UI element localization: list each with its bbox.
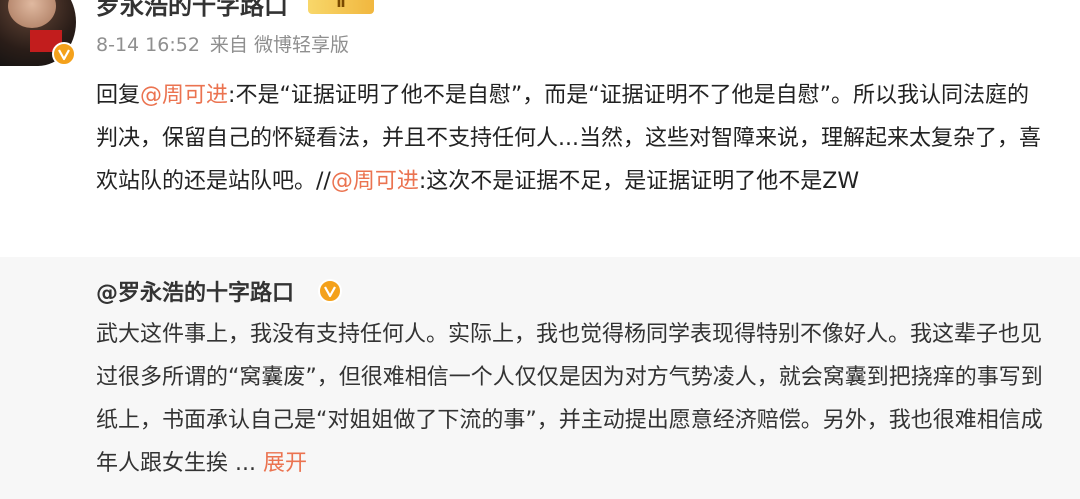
post-body: 回复@周可进:不是“证据证明了他不是自慰”，而是“证据证明不了他是自慰”。所以我…	[96, 74, 1046, 203]
mention-link[interactable]: @周可进	[331, 169, 419, 194]
quoted-post[interactable]: @罗永浩的十字路口 武大这件事上，我没有支持任何人。实际上，我也觉得杨同学表现得…	[0, 257, 1080, 499]
post-meta: 8-14 16:52 来自 微博轻享版	[96, 30, 349, 57]
reply-prefix: 回复	[96, 83, 141, 108]
avatar-face	[8, 0, 56, 28]
mention-link[interactable]: @周可进	[140, 83, 228, 108]
level-badge-icon: Ⅱ	[308, 0, 374, 14]
verified-icon	[52, 42, 76, 66]
verified-icon	[318, 279, 342, 303]
ellipsis: ...	[228, 451, 263, 476]
author-name[interactable]: 罗永浩的十字路口	[96, 0, 288, 21]
post-timestamp: 8-14 16:52	[96, 34, 200, 56]
post-source: 来自 微博轻享版	[209, 34, 349, 56]
post-text: :这次不是证据不足，是证据证明了他不是ZW	[418, 169, 860, 194]
expand-link[interactable]: 展开	[263, 451, 307, 476]
quoted-author-name[interactable]: @罗永浩的十字路口	[96, 281, 294, 306]
quoted-text: 武大这件事上，我没有支持任何人。实际上，我也觉得杨同学表现得特别不像好人。我这辈…	[96, 313, 1046, 485]
quoted-author[interactable]: @罗永浩的十字路口	[96, 275, 294, 307]
